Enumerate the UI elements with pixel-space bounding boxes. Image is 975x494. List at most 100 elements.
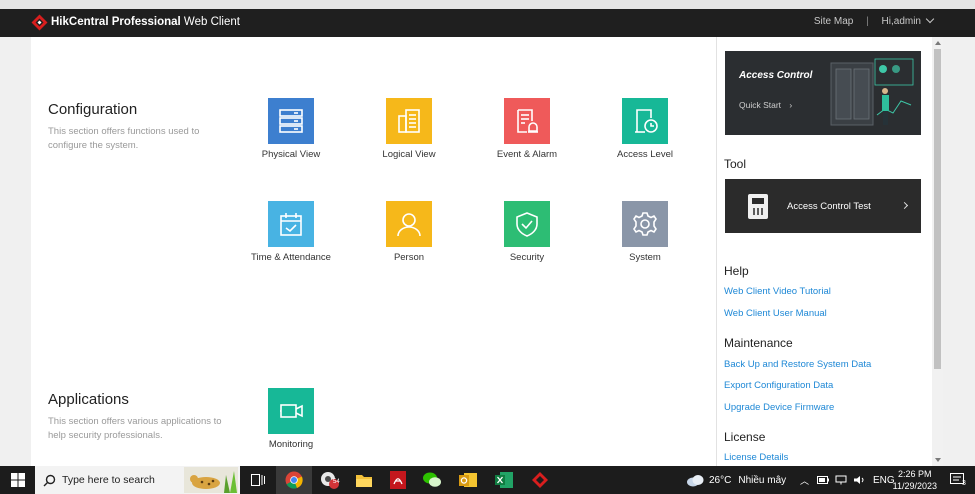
- tile-security[interactable]: Security: [467, 201, 587, 263]
- tile-system[interactable]: System: [585, 201, 705, 263]
- door-clock-icon: [622, 98, 668, 144]
- maintenance-heading: Maintenance: [724, 336, 793, 350]
- chrome-icon: [285, 471, 303, 489]
- taskbar-outlook[interactable]: [450, 466, 486, 494]
- camera-icon: [268, 388, 314, 434]
- hikcentral-app-icon: [532, 472, 548, 488]
- tile-label: System: [629, 252, 661, 263]
- tile-label: Security: [509, 252, 545, 263]
- taskbar-wechat[interactable]: [414, 466, 450, 494]
- tile-label: Monitoring: [268, 439, 314, 450]
- taskbar-file-explorer[interactable]: [346, 466, 382, 494]
- taskbar-excel[interactable]: [486, 466, 522, 494]
- taskbar-search-box[interactable]: Type here to search: [35, 466, 240, 494]
- tile-access-level[interactable]: Access Level: [585, 98, 705, 160]
- system-tray: ︿ ENG: [800, 466, 895, 494]
- maintenance-link-firmware[interactable]: Upgrade Device Firmware: [724, 402, 834, 413]
- language-indicator[interactable]: ENG: [873, 475, 895, 486]
- notification-center-button[interactable]: 3: [940, 466, 975, 494]
- tile-physical-view[interactable]: Physical View: [231, 98, 351, 160]
- tile-monitoring[interactable]: Monitoring: [231, 388, 351, 450]
- weather-desc: Nhiều mây: [738, 474, 787, 486]
- folder-icon: [356, 475, 372, 487]
- clock-time: 2:26 PM: [898, 469, 932, 479]
- app-header: HikCentral Professional Web Client Site …: [0, 9, 975, 37]
- configuration-desc: This section offers functions used to co…: [48, 126, 200, 151]
- quick-start-link[interactable]: Quick Start ›: [739, 100, 792, 110]
- outlook-icon: [459, 473, 477, 487]
- maintenance-link-backup[interactable]: Back Up and Restore System Data: [724, 359, 871, 370]
- tool-heading: Tool: [724, 157, 747, 171]
- taskbar-mail[interactable]: 54: [312, 466, 348, 494]
- notification-badge: 3: [962, 480, 966, 487]
- taskbar-hikcentral[interactable]: [522, 466, 558, 494]
- shield-check-icon: [504, 201, 550, 247]
- calendar-check-icon: [268, 201, 314, 247]
- start-button[interactable]: [0, 466, 35, 494]
- search-icon: [43, 474, 56, 487]
- header-right: Site Map | Hi,admin: [814, 14, 935, 29]
- clock-date: 11/29/2023: [892, 481, 937, 491]
- tile-label: Access Level: [617, 149, 673, 160]
- chevron-right-icon: [900, 201, 909, 210]
- access-control-test-card[interactable]: Access Control Test: [725, 179, 921, 233]
- user-menu[interactable]: Hi,admin: [882, 14, 935, 29]
- tile-person[interactable]: Person: [349, 201, 469, 263]
- access-control-illustration: [830, 58, 914, 126]
- left-gutter: [0, 37, 31, 466]
- windows-logo-icon: [10, 473, 25, 487]
- tile-label: Time & Attendance: [251, 252, 331, 263]
- hikvision-logo-icon: [31, 14, 48, 31]
- taskbar-clock[interactable]: 2:26 PM 11/29/2023: [893, 468, 937, 492]
- vertical-scrollbar[interactable]: [932, 37, 943, 466]
- chevron-down-icon: [925, 14, 935, 24]
- outer-right-gutter: [943, 37, 975, 466]
- scrollbar-thumb[interactable]: [934, 49, 941, 369]
- volume-icon[interactable]: [853, 475, 865, 485]
- scroll-down-arrow-icon[interactable]: [935, 458, 941, 462]
- tile-label: Logical View: [382, 149, 436, 160]
- applications-desc: This section offers various applications…: [48, 416, 222, 441]
- chevron-right-icon: ›: [789, 100, 793, 110]
- access-control-banner[interactable]: Access Control Quick Start ›: [725, 51, 921, 135]
- license-link-details[interactable]: License Details: [724, 452, 788, 463]
- task-view-button[interactable]: [240, 466, 276, 494]
- tile-event-alarm[interactable]: Event & Alarm: [467, 98, 587, 160]
- taskbar-pdf-reader[interactable]: [380, 466, 416, 494]
- header-separator: |: [866, 16, 869, 27]
- maintenance-link-export[interactable]: Export Configuration Data: [724, 380, 833, 391]
- tile-time-attendance[interactable]: Time & Attendance: [231, 201, 351, 263]
- main-content: Configuration This section offers functi…: [31, 37, 716, 466]
- tile-logical-view[interactable]: Logical View: [349, 98, 469, 160]
- configuration-title: Configuration: [48, 101, 138, 118]
- task-view-icon: [251, 474, 265, 486]
- right-panel: Access Control Quick Start › Tool Access…: [717, 37, 932, 466]
- help-link-video-tutorial[interactable]: Web Client Video Tutorial: [724, 286, 831, 297]
- scroll-up-arrow-icon[interactable]: [935, 41, 941, 45]
- alarm-document-icon: [504, 98, 550, 144]
- tile-label: Person: [393, 252, 425, 263]
- server-rack-icon: [268, 98, 314, 144]
- tile-label: Event & Alarm: [496, 149, 558, 160]
- site-map-link[interactable]: Site Map: [814, 15, 853, 29]
- taskbar-chrome[interactable]: [276, 466, 312, 494]
- cloud-icon: [687, 475, 704, 487]
- show-hidden-icons-icon[interactable]: ︿: [800, 474, 809, 487]
- weather-widget[interactable]: 26°C Nhiều mây: [686, 466, 786, 494]
- tool-card-label: Access Control Test: [787, 201, 871, 212]
- browser-strip: [0, 0, 975, 9]
- pdf-icon: [390, 471, 406, 489]
- network-icon[interactable]: [835, 475, 847, 485]
- app-title: HikCentral Professional Web Client: [51, 16, 240, 28]
- wechat-icon: [423, 472, 441, 487]
- battery-icon[interactable]: [817, 475, 830, 485]
- tile-label: Physical View: [261, 149, 321, 160]
- building-icon: [386, 98, 432, 144]
- weather-temp: 26°C: [709, 474, 732, 486]
- help-link-user-manual[interactable]: Web Client User Manual: [724, 308, 827, 319]
- access-terminal-icon: [748, 194, 768, 219]
- search-placeholder: Type here to search: [62, 474, 155, 486]
- mail-badge: 54: [333, 479, 340, 485]
- person-icon: [386, 201, 432, 247]
- help-heading: Help: [724, 264, 749, 278]
